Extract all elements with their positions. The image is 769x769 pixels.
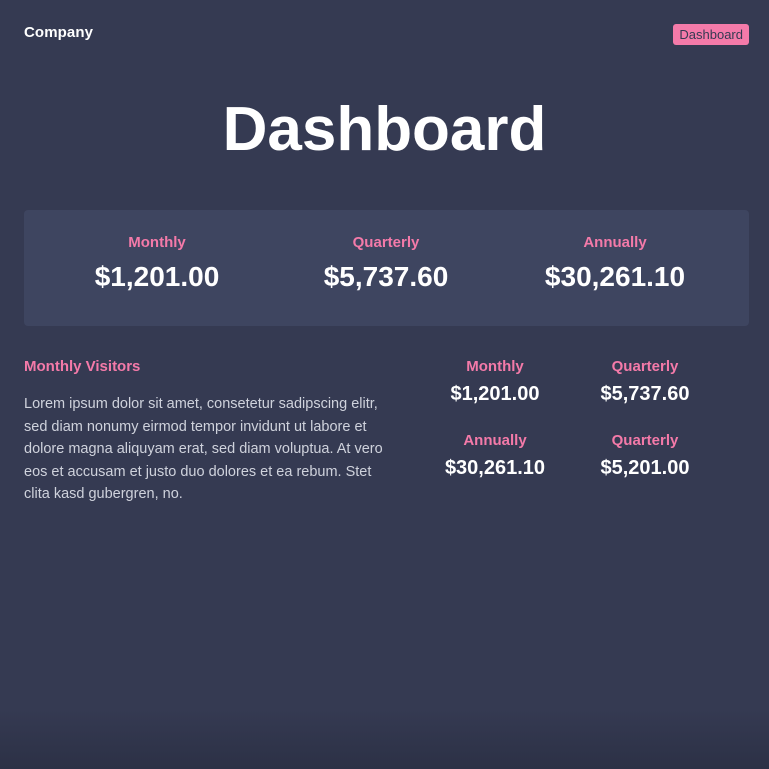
visitors-description: Lorem ipsum dolor sit amet, consetetur s…: [24, 396, 383, 502]
mini-stat-monthly: Monthly $1,201.00: [425, 358, 565, 406]
stat-label: Annually: [583, 234, 647, 251]
summary-stats-panel: Monthly $1,201.00 Quarterly $5,737.60 An…: [24, 210, 749, 326]
bottom-gradient: [0, 709, 769, 769]
visitors-title: Monthly Visitors: [24, 358, 141, 375]
mini-stat-label: Monthly: [466, 358, 524, 375]
stat-label: Monthly: [128, 234, 186, 251]
page-title: Dashboard: [222, 95, 547, 164]
stat-label: Quarterly: [352, 234, 420, 251]
top-bar: Company Dashboard: [0, 0, 769, 70]
mini-stat-value: $30,261.10: [444, 457, 546, 479]
stat-value: $5,737.60: [323, 261, 449, 292]
stat-quarterly: Quarterly $5,737.60: [286, 234, 486, 294]
mini-stat-label: Quarterly: [611, 432, 679, 449]
stat-value: $1,201.00: [94, 261, 220, 292]
mini-stat-value: $5,201.00: [600, 457, 690, 479]
mini-stat-value: $1,201.00: [450, 383, 540, 405]
mini-stat-label: Annually: [463, 432, 527, 449]
brand-name[interactable]: Company: [24, 24, 93, 41]
stat-value: $30,261.10: [544, 261, 686, 292]
mini-stat-quarterly: Quarterly $5,737.60: [575, 358, 715, 406]
mini-stat-label: Quarterly: [611, 358, 679, 375]
mini-stat-value: $5,737.60: [600, 383, 690, 405]
mini-stat-quarterly-2: Quarterly $5,201.00: [575, 432, 715, 480]
stat-monthly: Monthly $1,201.00: [57, 234, 257, 294]
monthly-visitors-section: Monthly Visitors Lorem ipsum dolor sit a…: [24, 357, 384, 506]
stat-annually: Annually $30,261.10: [515, 234, 715, 294]
dashboard-nav-badge[interactable]: Dashboard: [673, 24, 749, 45]
mini-stat-annually: Annually $30,261.10: [425, 432, 565, 480]
